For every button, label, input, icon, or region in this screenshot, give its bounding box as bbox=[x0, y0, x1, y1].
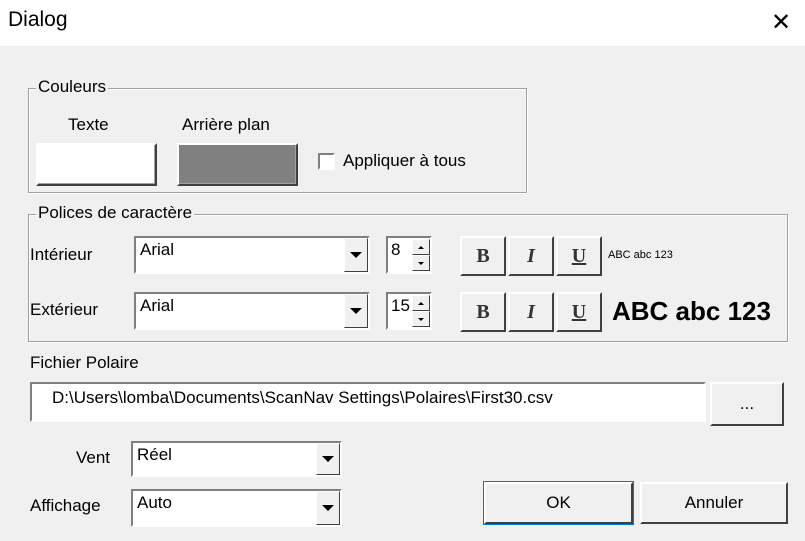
underline-icon: U bbox=[571, 300, 587, 323]
exterieur-italic-button[interactable]: I bbox=[508, 292, 554, 332]
vent-select[interactable]: Réel bbox=[131, 441, 342, 477]
chevron-down-icon[interactable] bbox=[316, 491, 340, 525]
title-bar: Dialog ✕ bbox=[0, 0, 805, 46]
couleurs-group-title: Couleurs bbox=[36, 77, 109, 97]
italic-icon: I bbox=[527, 300, 535, 323]
chevron-down-icon[interactable] bbox=[316, 443, 340, 475]
polices-group-title: Polices de caractère bbox=[36, 203, 195, 223]
spin-up-icon[interactable] bbox=[412, 239, 430, 255]
arriere-plan-label: Arrière plan bbox=[182, 115, 270, 134]
chevron-down-icon[interactable] bbox=[344, 238, 368, 272]
bold-icon: B bbox=[476, 300, 490, 323]
affichage-select[interactable]: Auto bbox=[131, 489, 342, 527]
exterieur-label: Extérieur bbox=[30, 300, 99, 319]
window-title: Dialog bbox=[8, 8, 68, 31]
polaire-path-field[interactable]: D:\Users\lomba\Documents\ScanNav Setting… bbox=[30, 382, 706, 422]
interieur-size-field[interactable]: 8 bbox=[386, 236, 432, 274]
spin-down-icon[interactable] bbox=[412, 311, 430, 327]
bold-icon: B bbox=[476, 244, 490, 267]
cancel-button-label: Annuler bbox=[684, 493, 744, 512]
exterieur-font-select[interactable]: Arial bbox=[134, 292, 370, 330]
spin-down-icon[interactable] bbox=[412, 255, 430, 271]
interieur-font-value: Arial bbox=[140, 240, 175, 259]
browse-button[interactable]: ... bbox=[710, 382, 784, 426]
texte-label: Texte bbox=[68, 115, 109, 134]
exterieur-bold-button[interactable]: B bbox=[460, 292, 506, 332]
affichage-value: Auto bbox=[137, 493, 172, 512]
polaire-path-value: D:\Users\lomba\Documents\ScanNav Setting… bbox=[52, 388, 553, 407]
fichier-polaire-label: Fichier Polaire bbox=[30, 353, 139, 372]
interieur-underline-button[interactable]: U bbox=[556, 236, 602, 276]
exterieur-underline-button[interactable]: U bbox=[556, 292, 602, 332]
close-icon: ✕ bbox=[770, 8, 792, 36]
affichage-label: Affichage bbox=[30, 496, 101, 515]
interieur-size-value: 8 bbox=[391, 240, 401, 259]
browse-button-label: ... bbox=[739, 394, 755, 413]
interieur-label: Intérieur bbox=[30, 245, 93, 264]
interieur-italic-button[interactable]: I bbox=[508, 236, 554, 276]
arriere-plan-color-button[interactable] bbox=[177, 143, 298, 186]
close-button[interactable]: ✕ bbox=[760, 3, 802, 41]
dialog-window: Dialog ✕ Couleurs Texte Arrière plan App… bbox=[0, 0, 805, 541]
exterieur-size-field[interactable]: 15 bbox=[386, 292, 432, 330]
exterieur-preview-clip: ABC abc 123 bbox=[612, 296, 778, 330]
underline-icon: U bbox=[571, 244, 587, 267]
ok-button[interactable]: OK bbox=[483, 481, 634, 525]
interieur-bold-button[interactable]: B bbox=[460, 236, 506, 276]
exterieur-font-value: Arial bbox=[140, 296, 175, 315]
interieur-preview: ABC abc 123 bbox=[608, 249, 673, 261]
interieur-font-select[interactable]: Arial bbox=[134, 236, 370, 274]
vent-value: Réel bbox=[137, 445, 172, 464]
spin-up-icon[interactable] bbox=[412, 295, 430, 311]
exterieur-size-value: 15 bbox=[391, 296, 410, 315]
italic-icon: I bbox=[527, 244, 535, 267]
ok-button-label: OK bbox=[546, 493, 571, 512]
chevron-down-icon[interactable] bbox=[344, 294, 368, 328]
texte-color-button[interactable] bbox=[36, 143, 157, 186]
vent-label: Vent bbox=[76, 448, 111, 467]
apply-all-label: Appliquer à tous bbox=[343, 151, 466, 170]
cancel-button[interactable]: Annuler bbox=[640, 482, 788, 524]
apply-all-checkbox[interactable] bbox=[318, 153, 335, 170]
exterieur-preview: ABC abc 123 bbox=[612, 296, 771, 326]
